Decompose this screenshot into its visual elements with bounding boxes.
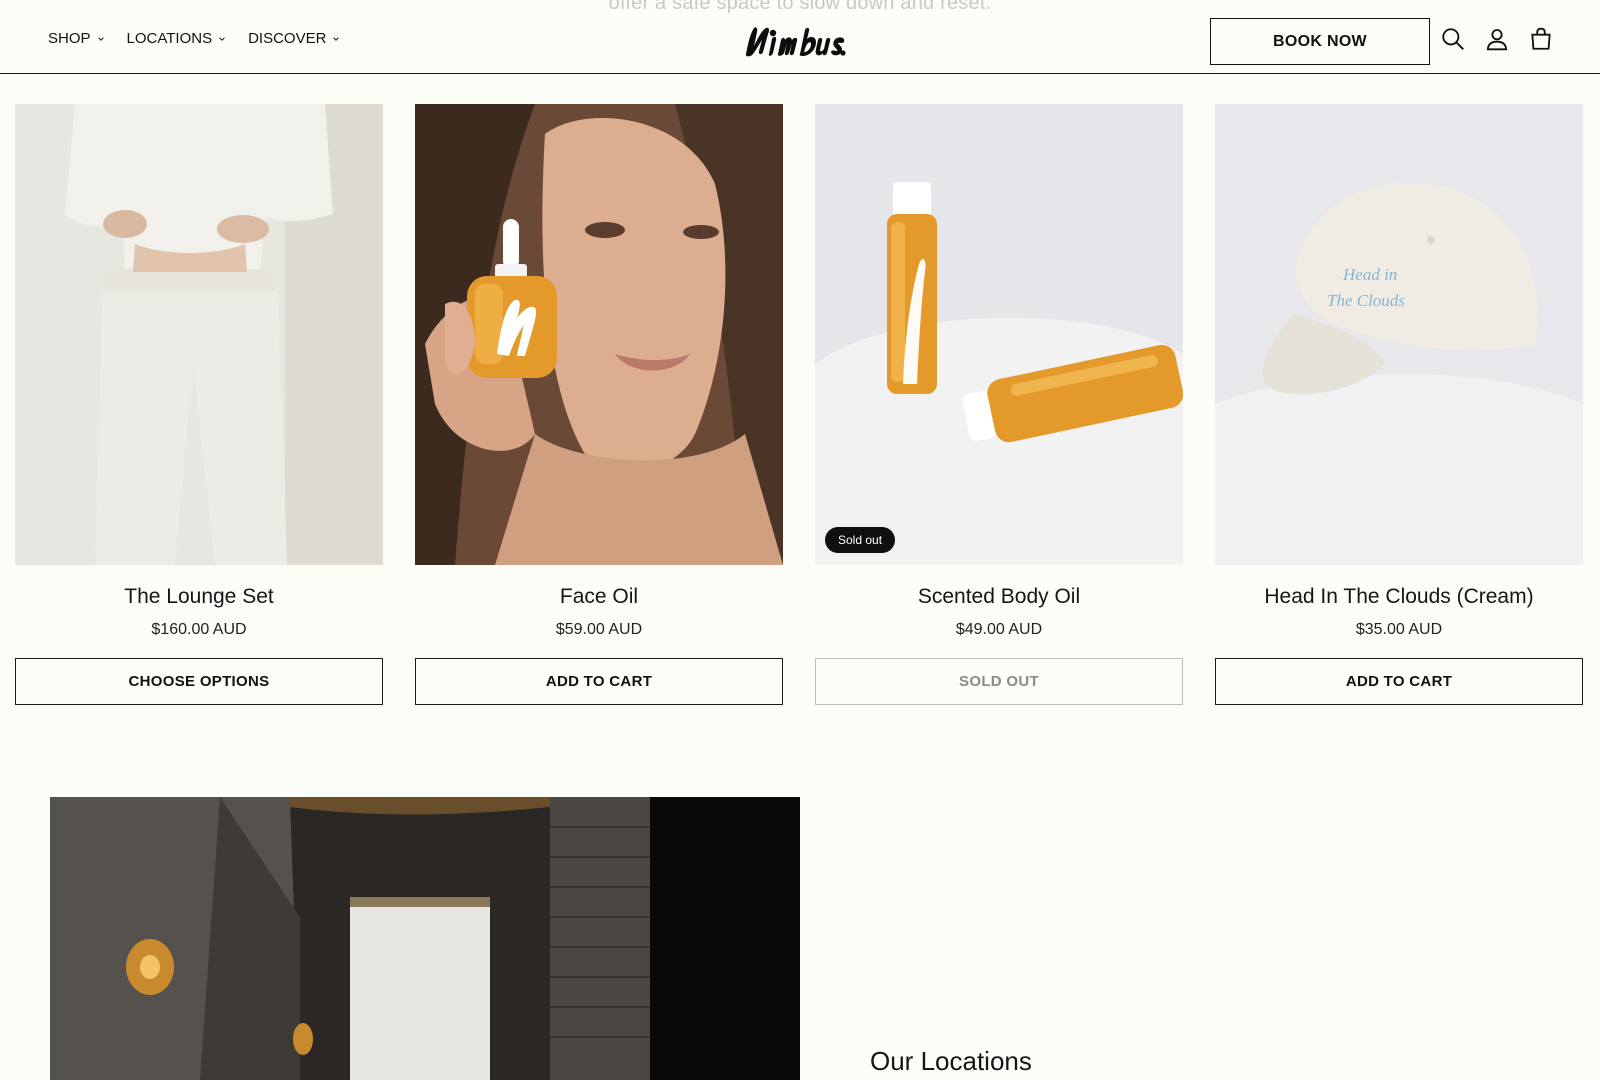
add-to-cart-button[interactable]: ADD TO CART bbox=[415, 658, 783, 705]
product-price: $160.00 AUD bbox=[151, 621, 247, 638]
nav-discover[interactable]: DISCOVER bbox=[248, 30, 340, 47]
chevron-down-icon bbox=[97, 36, 104, 41]
account-icon[interactable] bbox=[1484, 26, 1510, 52]
product-card: Head in The Clouds Head In The Clouds (C… bbox=[1215, 104, 1583, 705]
product-image[interactable] bbox=[15, 104, 383, 565]
book-now-button[interactable]: BOOK NOW bbox=[1210, 18, 1430, 65]
product-price: $49.00 AUD bbox=[955, 621, 1043, 638]
nav-discover-label: DISCOVER bbox=[248, 30, 327, 47]
nimbus-logo[interactable] bbox=[742, 24, 848, 58]
product-title[interactable]: Face Oil bbox=[415, 585, 783, 609]
product-image[interactable]: Sold out bbox=[815, 104, 1183, 565]
search-icon[interactable] bbox=[1440, 26, 1466, 52]
product-card: Face Oil $59.00 AUD ADD TO CART bbox=[415, 104, 783, 705]
chevron-down-icon bbox=[333, 36, 340, 41]
chevron-down-icon bbox=[219, 36, 225, 41]
product-price: $59.00 AUD bbox=[555, 621, 643, 638]
sold-out-badge: Sold out bbox=[825, 527, 896, 553]
product-card: The Lounge Set $160.00 AUD CHOOSE OPTION… bbox=[15, 104, 383, 705]
main-nav: SHOP LOCATIONS DISCOVER bbox=[48, 30, 340, 47]
product-title[interactable]: The Lounge Set bbox=[15, 585, 383, 609]
product-price: $35.00 AUD bbox=[1355, 621, 1443, 638]
locations-heading: Our Locations bbox=[870, 1046, 1032, 1076]
product-grid: The Lounge Set $160.00 AUD CHOOSE OPTION… bbox=[15, 104, 1583, 705]
add-to-cart-button[interactable]: ADD TO CART bbox=[1215, 658, 1583, 705]
site-header: SHOP LOCATIONS DISCOVER BOOK NOW bbox=[0, 0, 1600, 74]
cart-icon[interactable] bbox=[1528, 26, 1554, 52]
locations-image bbox=[50, 797, 800, 1080]
choose-options-button[interactable]: CHOOSE OPTIONS bbox=[15, 658, 383, 705]
nav-shop-label: SHOP bbox=[48, 30, 91, 47]
cap-embroidery-line-2: The Clouds bbox=[1327, 291, 1405, 310]
nav-locations-label: LOCATIONS bbox=[126, 30, 213, 47]
nav-locations[interactable]: LOCATIONS bbox=[127, 30, 227, 47]
nav-shop[interactable]: SHOP bbox=[48, 30, 105, 47]
product-image[interactable] bbox=[415, 104, 783, 565]
product-title[interactable]: Scented Body Oil bbox=[815, 585, 1183, 609]
sold-out-button: SOLD OUT bbox=[815, 658, 1183, 705]
product-image[interactable]: Head in The Clouds bbox=[1215, 104, 1583, 565]
cap-embroidery-line-1: Head in bbox=[1342, 265, 1397, 284]
product-title[interactable]: Head In The Clouds (Cream) bbox=[1215, 585, 1583, 609]
product-card: Sold out Scented Body Oil $49.00 AUD SOL… bbox=[815, 104, 1183, 705]
